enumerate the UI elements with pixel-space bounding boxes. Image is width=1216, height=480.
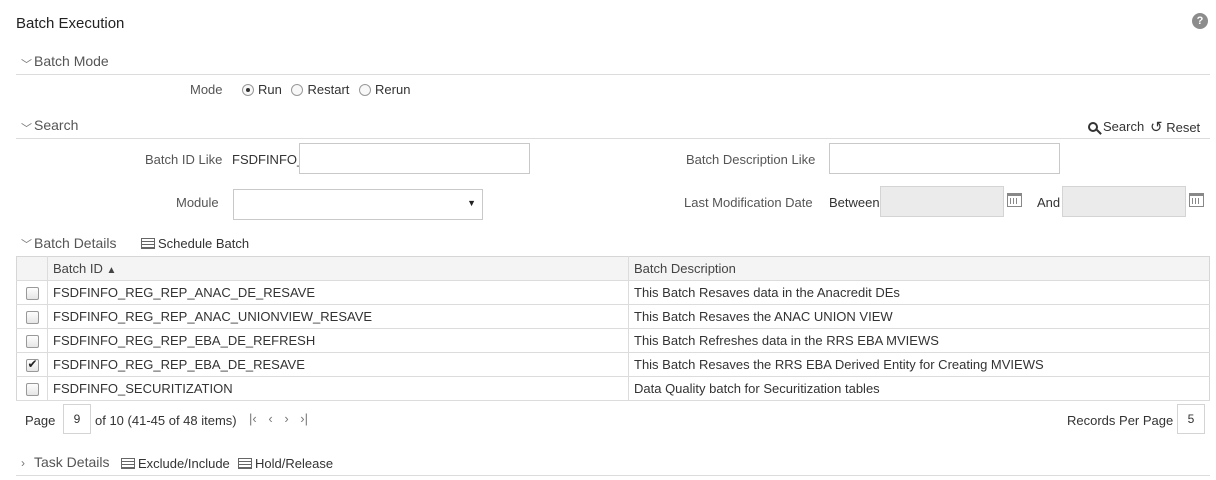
- row-checkbox[interactable]: [25, 311, 39, 325]
- search-button-label: Search: [1103, 119, 1145, 134]
- records-per-page-label: Records Per Page: [1067, 413, 1174, 428]
- batch-id-cell: FSDFINFO_SECURITIZATION: [47, 376, 629, 401]
- batch-desc-input[interactable]: [829, 143, 1060, 174]
- mode-label: Mode: [190, 82, 223, 97]
- first-page-icon[interactable]: |‹: [249, 411, 257, 426]
- column-batch-description-label: Batch Description: [634, 261, 736, 276]
- batch-id-cell: FSDFINFO_REG_REP_ANAC_UNIONVIEW_RESAVE: [47, 304, 629, 329]
- and-label: And: [1037, 195, 1061, 210]
- chevron-right-icon: ›: [21, 456, 25, 470]
- caret-down-icon: ▼: [467, 198, 476, 208]
- radio-restart-label: Restart: [307, 82, 350, 97]
- last-page-icon[interactable]: ›|: [300, 411, 308, 426]
- row-checkbox[interactable]: [25, 335, 39, 349]
- batch-id-cell: FSDFINFO_REG_REP_EBA_DE_RESAVE: [47, 352, 629, 377]
- calendar-icon[interactable]: [1189, 193, 1204, 207]
- row-checkbox-cell: [16, 328, 48, 353]
- page-info: of 10 (41-45 of 48 items): [95, 413, 237, 428]
- batch-mode-header: Batch Mode: [34, 53, 109, 69]
- exclude-include-label: Exclude/Include: [138, 456, 230, 471]
- table-row[interactable]: FSDFINFO_REG_REP_EBA_DE_RESAVE This Batc…: [16, 352, 1210, 377]
- chevron-down-icon: ﹀: [21, 123, 32, 135]
- radio-rerun-label: Rerun: [375, 82, 411, 97]
- radio-restart[interactable]: Restart: [291, 82, 355, 97]
- chevron-down-icon: ﹀: [21, 239, 32, 251]
- schedule-icon: [141, 238, 155, 249]
- table-row[interactable]: FSDFINFO_REG_REP_EBA_DE_REFRESH This Bat…: [16, 328, 1210, 353]
- batch-desc-cell: This Batch Refreshes data in the RRS EBA…: [628, 328, 1210, 353]
- page-title: Batch Execution: [16, 15, 125, 32]
- module-select[interactable]: ▼: [233, 189, 483, 220]
- page-number-input[interactable]: 9: [63, 404, 91, 434]
- row-checkbox-cell: [16, 304, 48, 329]
- date-to-input[interactable]: [1062, 186, 1186, 217]
- table-header-row: Batch ID ▲ Batch Description: [16, 256, 1210, 281]
- batch-id-cell: FSDFINFO_REG_REP_EBA_DE_REFRESH: [47, 328, 629, 353]
- batch-id-cell: FSDFINFO_REG_REP_ANAC_DE_RESAVE: [47, 280, 629, 305]
- search-header: Search: [34, 117, 79, 133]
- radio-rerun-icon: [359, 84, 372, 96]
- table-row[interactable]: FSDFINFO_REG_REP_ANAC_DE_RESAVE This Bat…: [16, 280, 1210, 305]
- radio-restart-icon: [291, 84, 304, 96]
- module-label: Module: [176, 195, 219, 210]
- help-icon[interactable]: ?: [1192, 13, 1208, 29]
- chevron-down-icon: ﹀: [21, 59, 32, 71]
- records-per-page-input[interactable]: 5: [1177, 404, 1205, 434]
- batch-details-header: Batch Details: [34, 235, 117, 251]
- reset-button[interactable]: ↺ Reset: [1150, 118, 1200, 136]
- search-section-header[interactable]: ﹀ Search: [16, 117, 1210, 139]
- reset-button-label: Reset: [1166, 120, 1201, 135]
- calendar-icon[interactable]: [1007, 193, 1022, 207]
- between-label: Between: [829, 195, 880, 210]
- row-checkbox-cell: [16, 280, 48, 305]
- batch-table: Batch ID ▲ Batch Description FSDFINFO_RE…: [16, 256, 1210, 401]
- next-page-icon[interactable]: ›: [284, 411, 288, 426]
- date-from-input[interactable]: [880, 186, 1004, 217]
- hold-icon: [238, 458, 252, 469]
- search-button[interactable]: Search: [1088, 119, 1144, 134]
- radio-run-icon: [242, 84, 254, 96]
- prev-page-icon[interactable]: ‹: [268, 411, 272, 426]
- task-details-header: Task Details: [34, 454, 110, 470]
- batch-desc-label: Batch Description Like: [686, 152, 816, 167]
- column-batch-id-label: Batch ID: [53, 261, 103, 276]
- exclude-icon: [121, 458, 135, 469]
- row-checkbox-cell: [16, 352, 48, 377]
- mode-radio-group: Run Restart Rerun: [242, 82, 416, 97]
- batch-desc-cell: Data Quality batch for Securitization ta…: [628, 376, 1210, 401]
- select-all-column: [16, 256, 48, 281]
- radio-rerun[interactable]: Rerun: [359, 82, 416, 97]
- hold-release-label: Hold/Release: [255, 456, 334, 471]
- column-batch-description[interactable]: Batch Description: [628, 256, 1210, 281]
- table-row[interactable]: FSDFINFO_REG_REP_ANAC_UNIONVIEW_RESAVE T…: [16, 304, 1210, 329]
- batch-desc-cell: This Batch Resaves data in the Anacredit…: [628, 280, 1210, 305]
- row-checkbox[interactable]: [25, 287, 39, 301]
- batch-id-label: Batch ID Like: [145, 152, 223, 167]
- page-label: Page: [25, 413, 56, 428]
- radio-run-label: Run: [258, 82, 282, 97]
- row-checkbox-cell: [16, 376, 48, 401]
- hold-release-button[interactable]: Hold/Release: [238, 456, 333, 471]
- schedule-batch-label: Schedule Batch: [158, 236, 250, 251]
- last-mod-label: Last Modification Date: [684, 195, 813, 210]
- column-batch-id[interactable]: Batch ID ▲: [47, 256, 629, 281]
- batch-desc-cell: This Batch Resaves the RRS EBA Derived E…: [628, 352, 1210, 377]
- batch-id-prefix: FSDFINFO_: [232, 152, 305, 167]
- batch-desc-cell: This Batch Resaves the ANAC UNION VIEW: [628, 304, 1210, 329]
- batch-mode-section-header[interactable]: ﹀ Batch Mode: [16, 53, 1210, 75]
- schedule-batch-button[interactable]: Schedule Batch: [141, 236, 249, 251]
- table-row[interactable]: FSDFINFO_SECURITIZATION Data Quality bat…: [16, 376, 1210, 401]
- reset-icon: ↺: [1150, 119, 1163, 136]
- pager-nav: |‹ ‹ › ›|: [249, 411, 308, 426]
- radio-run[interactable]: Run: [242, 82, 288, 97]
- search-icon: [1088, 122, 1098, 132]
- sort-asc-icon: ▲: [106, 265, 117, 276]
- batch-id-input[interactable]: [299, 143, 530, 174]
- exclude-include-button[interactable]: Exclude/Include: [121, 456, 230, 471]
- row-checkbox[interactable]: [25, 357, 39, 373]
- row-checkbox[interactable]: [25, 383, 39, 397]
